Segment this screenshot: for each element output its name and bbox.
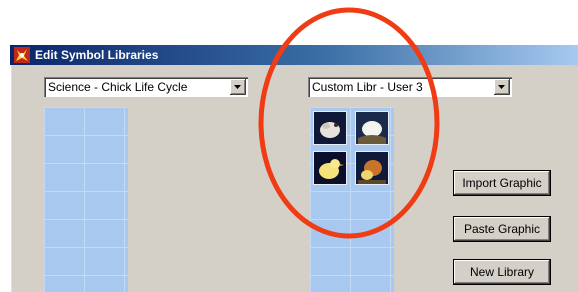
left-library-select-value: Science - Chick Life Cycle	[48, 80, 188, 94]
right-library-select-value: Custom Libr - User 3	[312, 80, 423, 94]
paste-graphic-label: Paste Graphic	[463, 222, 541, 236]
chevron-down-icon	[234, 85, 241, 89]
paste-graphic-button[interactable]: Paste Graphic	[454, 217, 550, 241]
chick-with-hen-image[interactable]	[356, 152, 388, 184]
right-library-dropdown-button[interactable]	[494, 79, 510, 95]
title-bar[interactable]: Edit Symbol Libraries	[10, 45, 578, 65]
new-library-label: New Library	[469, 265, 535, 279]
new-library-button[interactable]: New Library	[454, 260, 550, 284]
left-library-dropdown-button[interactable]	[230, 79, 246, 95]
edit-symbol-libraries-window: Edit Symbol Libraries Science - Chick Li…	[10, 45, 578, 292]
yellow-chick-image[interactable]	[314, 152, 346, 184]
left-symbol-grid[interactable]	[44, 107, 128, 292]
white-egg-image[interactable]	[356, 112, 388, 144]
right-library-select[interactable]: Custom Libr - User 3	[308, 77, 512, 97]
window-title: Edit Symbol Libraries	[35, 48, 159, 62]
app-logo-icon	[14, 47, 30, 63]
import-graphic-button[interactable]: Import Graphic	[454, 171, 550, 195]
left-library-select[interactable]: Science - Chick Life Cycle	[44, 77, 248, 97]
chevron-down-icon	[498, 85, 505, 89]
chick-egg-image[interactable]	[314, 112, 346, 144]
import-graphic-label: Import Graphic	[462, 176, 542, 190]
right-symbol-grid[interactable]	[310, 107, 394, 292]
